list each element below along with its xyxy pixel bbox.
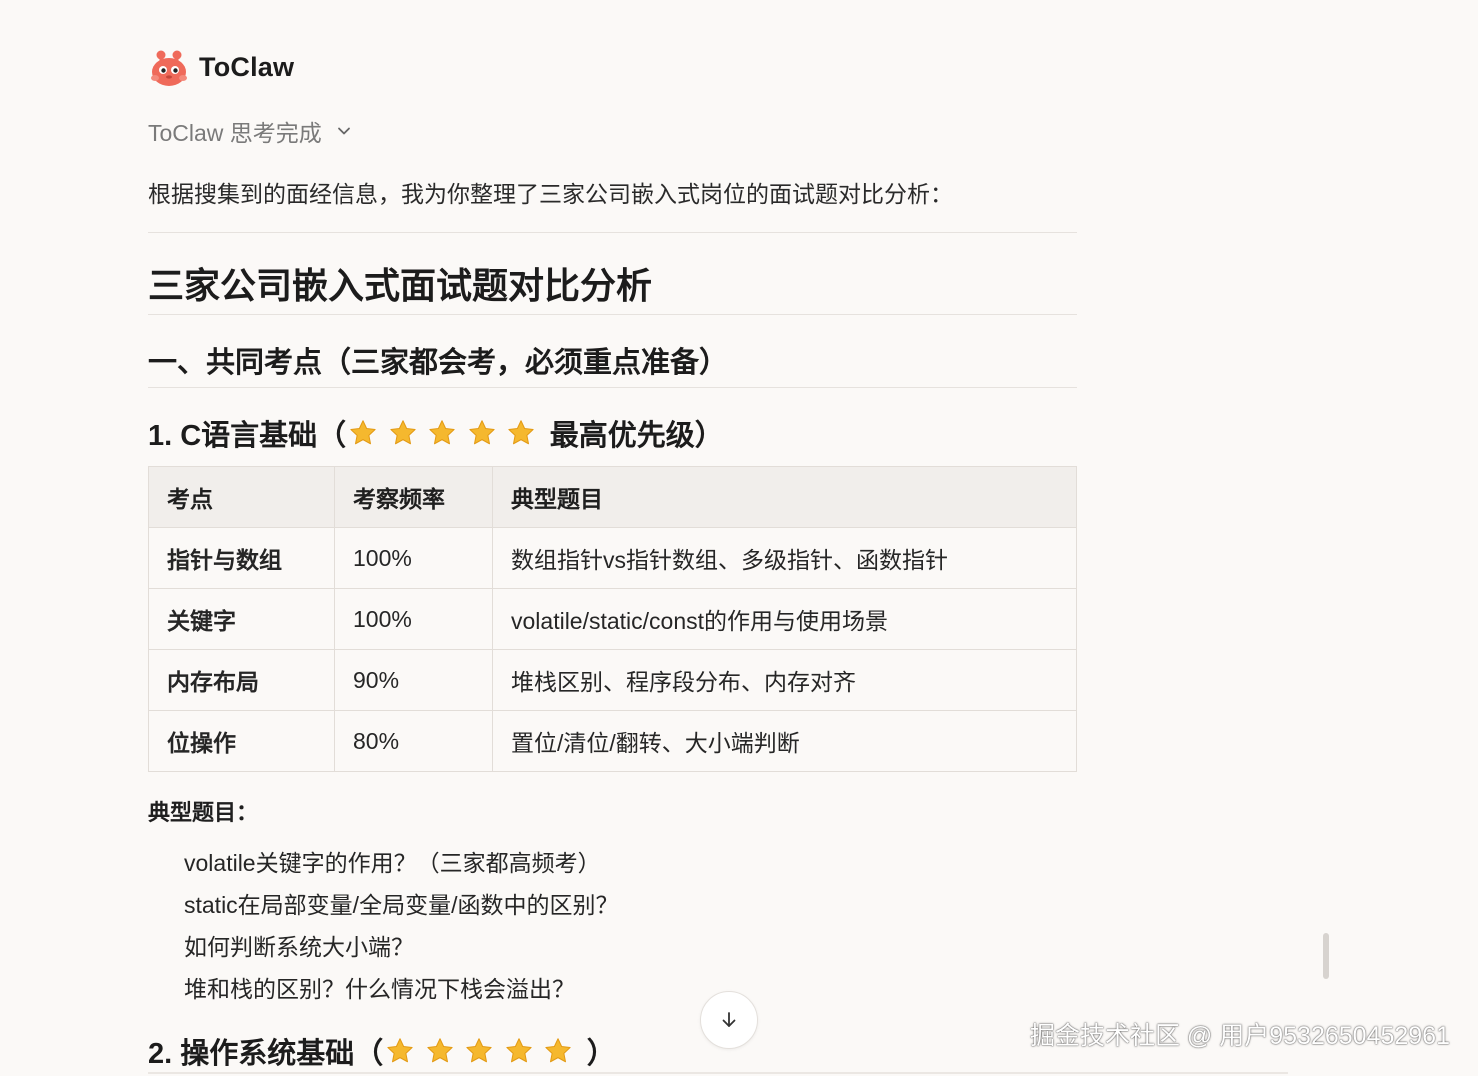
arrow-down-icon (722, 1012, 736, 1027)
cell-frequency: 100% (334, 588, 493, 650)
topic-heading-prefix: 1. C语言基础（ (148, 420, 347, 452)
cell-point: 关键字 (148, 588, 335, 650)
cell-example: 堆栈区别、程序段分布、内存对齐 (492, 649, 1077, 711)
topic-heading-suffix: 最高优先级） (549, 420, 724, 452)
column-header-point: 考点 (148, 466, 335, 528)
topic-heading-suffix: ） (586, 1038, 616, 1070)
list-item: 如何判断系统大小端？ (184, 934, 414, 960)
star-icon (506, 1038, 532, 1063)
cell-point: 指针与数组 (148, 527, 335, 589)
column-header-example: 典型题目 (492, 466, 1077, 528)
star-icon (390, 420, 416, 445)
table-header-row: 考点 考察频率 典型题目 (148, 466, 1077, 528)
section-underline (148, 387, 1077, 388)
chat-page: ToClaw ToClaw 思考完成 根据搜集到的面经信息，我为你整理了三家公司… (0, 0, 1478, 1076)
topic-heading-prefix: 2. 操作系统基础（ (148, 1038, 384, 1070)
cell-frequency: 90% (334, 649, 493, 711)
priority-stars (348, 418, 546, 448)
list-item: volatile关键字的作用？（三家都高频考） (184, 850, 601, 876)
cell-example: 置位/清位/翻转、大小端判断 (492, 710, 1077, 772)
c-language-topics-table: 考点 考察频率 典型题目 指针与数组 100% 数组指针vs指针数组、多级指针、… (148, 466, 1077, 772)
table-row: 指针与数组 100% 数组指针vs指针数组、多级指针、函数指针 (148, 527, 1077, 589)
cell-point: 内存布局 (148, 649, 335, 711)
star-icon (427, 1038, 453, 1063)
scroll-to-bottom-button[interactable] (700, 991, 758, 1049)
document-title: 三家公司嵌入式面试题对比分析 (148, 265, 653, 306)
app-name: ToClaw (199, 51, 295, 82)
topic-heading-c-language: 1. C语言基础（ 最高优先级） (148, 412, 724, 454)
table-row: 内存布局 90% 堆栈区别、程序段分布、内存对齐 (148, 649, 1077, 711)
question-list: volatile关键字的作用？（三家都高频考） static在局部变量/全局变量… (184, 842, 618, 1010)
star-icon (466, 1038, 492, 1063)
column-header-frequency: 考察频率 (334, 466, 493, 528)
priority-stars (385, 1036, 583, 1066)
cell-frequency: 100% (334, 527, 493, 589)
list-item: static在局部变量/全局变量/函数中的区别？ (184, 892, 619, 918)
star-icon (429, 420, 455, 445)
assistant-header: ToClaw (148, 46, 294, 88)
star-icon (469, 420, 495, 445)
star-icon (387, 1038, 413, 1063)
divider (148, 232, 1077, 233)
divider (148, 1072, 1288, 1074)
topic-heading-os: 2. 操作系统基础（ ） (148, 1030, 616, 1072)
title-underline (148, 314, 1077, 315)
toclaw-mascot-icon (151, 50, 187, 86)
thinking-toggle[interactable]: ToClaw 思考完成 (148, 114, 354, 148)
thinking-status-label: ToClaw 思考完成 (148, 120, 322, 146)
list-item: 堆和栈的区别？什么情况下栈会溢出？ (184, 976, 575, 1002)
intro-text: 根据搜集到的面经信息，我为你整理了三家公司嵌入式岗位的面试题对比分析： (148, 181, 953, 207)
section-heading: 一、共同考点（三家都会考，必须重点准备） (148, 347, 729, 379)
star-icon (545, 1038, 571, 1063)
table-row: 关键字 100% volatile/static/const的作用与使用场景 (148, 588, 1077, 650)
cell-example: volatile/static/const的作用与使用场景 (492, 588, 1077, 650)
table-row: 位操作 80% 置位/清位/翻转、大小端判断 (148, 710, 1077, 772)
star-icon (508, 420, 534, 445)
star-icon (350, 420, 376, 445)
cell-example: 数组指针vs指针数组、多级指针、函数指针 (492, 527, 1077, 589)
cell-frequency: 80% (334, 710, 493, 772)
watermark: 掘金技术社区 @ 用户9532650452961 (1029, 1022, 1450, 1050)
cell-point: 位操作 (148, 710, 335, 772)
examples-label: 典型题目： (148, 800, 259, 825)
scrollbar-thumb[interactable] (1323, 933, 1329, 979)
chevron-down-icon (337, 127, 350, 135)
